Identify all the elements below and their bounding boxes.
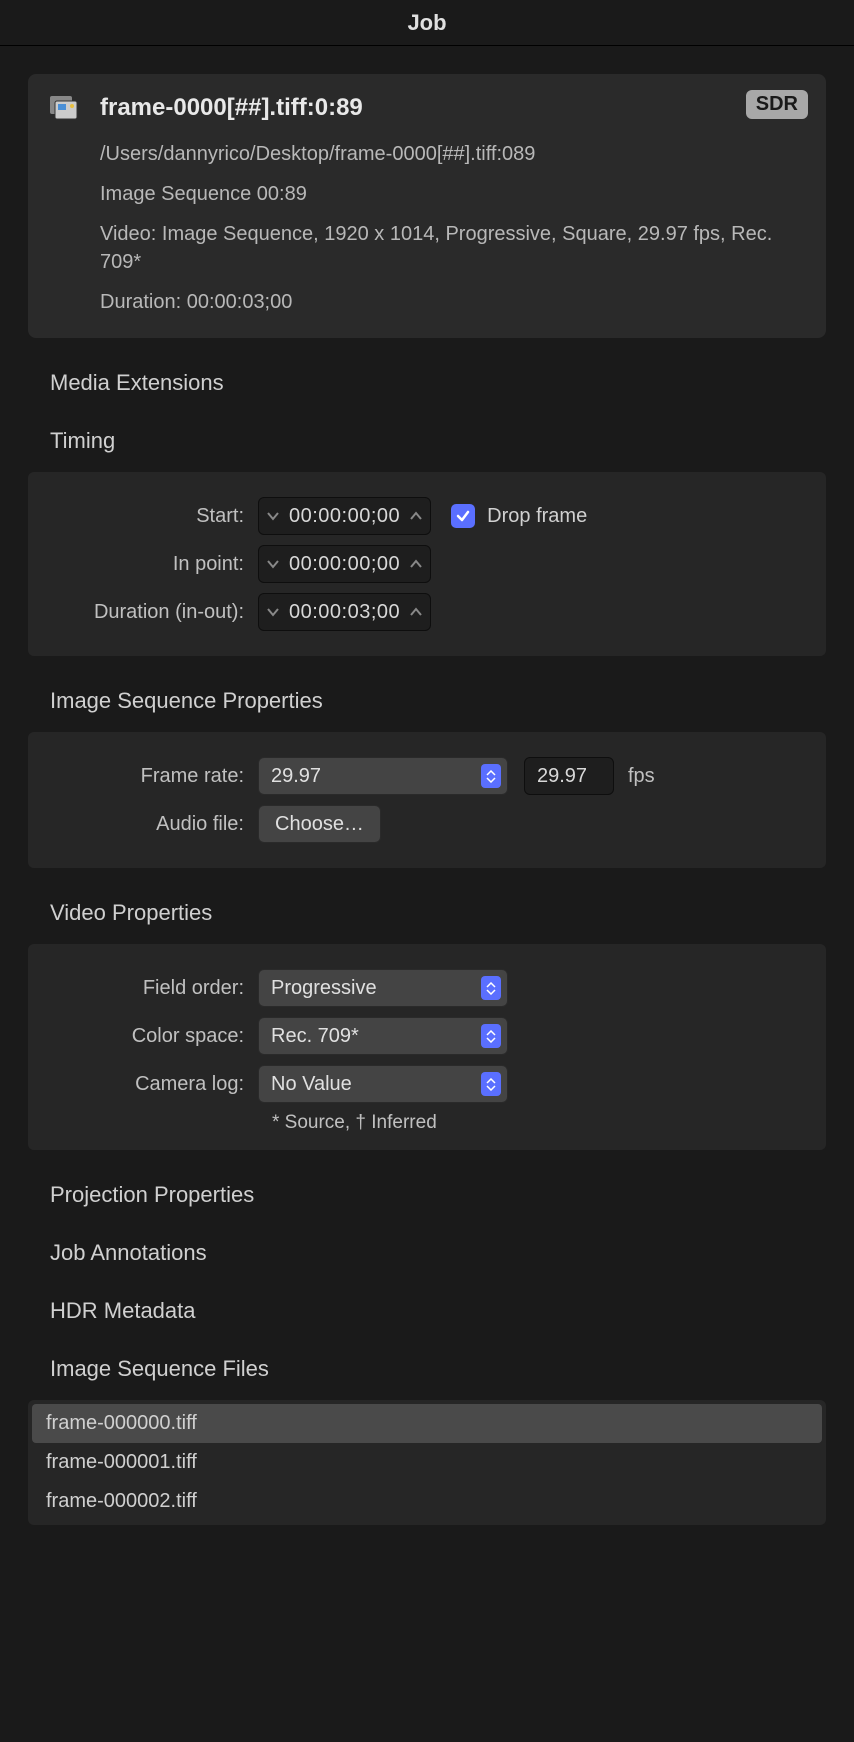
chevron-down-icon[interactable] <box>267 511 279 521</box>
select-arrows-icon <box>481 1072 501 1096</box>
inpoint-timecode-field[interactable]: 00:00:00;00 <box>258 545 431 583</box>
job-path: /Users/dannyrico/Desktop/frame-0000[##].… <box>100 140 804 168</box>
drop-frame-label: Drop frame <box>487 505 587 528</box>
list-item[interactable]: frame-000001.tiff <box>32 1443 822 1482</box>
cameralog-select[interactable]: No Value <box>258 1065 508 1103</box>
select-arrows-icon <box>481 976 501 1000</box>
chevron-up-icon[interactable] <box>410 607 422 617</box>
duration-label: Duration (in-out): <box>48 601 258 624</box>
drop-frame-checkbox[interactable] <box>451 504 475 528</box>
chevron-down-icon[interactable] <box>267 607 279 617</box>
section-video-properties[interactable]: Video Properties <box>50 900 826 926</box>
section-projection-properties[interactable]: Projection Properties <box>50 1182 826 1208</box>
vp-footnote: * Source, † Inferred <box>272 1112 806 1134</box>
fieldorder-select[interactable]: Progressive <box>258 969 508 1007</box>
colorspace-select[interactable]: Rec. 709* <box>258 1017 508 1055</box>
cameralog-label: Camera log: <box>48 1073 258 1096</box>
audiofile-label: Audio file: <box>48 813 258 836</box>
job-sequence: Image Sequence 00:89 <box>100 180 804 208</box>
vp-panel: Field order: Progressive Color space: Re… <box>28 944 826 1150</box>
image-sequence-icon <box>50 96 80 127</box>
job-info-card: frame-0000[##].tiff:0:89 /Users/dannyric… <box>28 74 826 338</box>
select-arrows-icon <box>481 1024 501 1048</box>
choose-audio-button[interactable]: Choose… <box>258 805 381 843</box>
duration-value[interactable]: 00:00:03;00 <box>285 601 404 624</box>
start-timecode-field[interactable]: 00:00:00;00 <box>258 497 431 535</box>
inpoint-label: In point: <box>48 553 258 576</box>
chevron-up-icon[interactable] <box>410 559 422 569</box>
job-video-info: Video: Image Sequence, 1920 x 1014, Prog… <box>100 220 804 276</box>
chevron-down-icon[interactable] <box>267 559 279 569</box>
job-title: frame-0000[##].tiff:0:89 <box>100 94 804 122</box>
duration-timecode-field[interactable]: 00:00:03;00 <box>258 593 431 631</box>
select-arrows-icon <box>481 764 501 788</box>
list-item[interactable]: frame-000002.tiff <box>32 1482 822 1521</box>
colorspace-label: Color space: <box>48 1025 258 1048</box>
framerate-select[interactable]: 29.97 <box>258 757 508 795</box>
start-label: Start: <box>48 505 258 528</box>
section-timing[interactable]: Timing <box>50 428 826 454</box>
list-item[interactable]: frame-000000.tiff <box>32 1404 822 1443</box>
colorspace-value: Rec. 709* <box>271 1025 359 1048</box>
job-duration: Duration: 00:00:03;00 <box>100 288 804 316</box>
chevron-up-icon[interactable] <box>410 511 422 521</box>
section-media-extensions[interactable]: Media Extensions <box>50 370 826 396</box>
inpoint-value[interactable]: 00:00:00;00 <box>285 553 404 576</box>
image-sequence-file-list: frame-000000.tiff frame-000001.tiff fram… <box>28 1400 826 1525</box>
framerate-number-field[interactable]: 29.97 <box>524 757 614 795</box>
framerate-select-value: 29.97 <box>271 765 321 788</box>
fieldorder-label: Field order: <box>48 977 258 1000</box>
section-hdr-metadata[interactable]: HDR Metadata <box>50 1298 826 1324</box>
fieldorder-value: Progressive <box>271 977 377 1000</box>
sdr-badge: SDR <box>746 90 808 119</box>
start-value[interactable]: 00:00:00;00 <box>285 505 404 528</box>
cameralog-value: No Value <box>271 1073 352 1096</box>
section-image-sequence-properties[interactable]: Image Sequence Properties <box>50 688 826 714</box>
window-title: Job <box>0 0 854 46</box>
framerate-label: Frame rate: <box>48 765 258 788</box>
isp-panel: Frame rate: 29.97 29.97 fps Audio file: … <box>28 732 826 868</box>
section-job-annotations[interactable]: Job Annotations <box>50 1240 826 1266</box>
section-image-sequence-files[interactable]: Image Sequence Files <box>50 1356 826 1382</box>
timing-panel: Start: 00:00:00;00 Drop frame In point: … <box>28 472 826 656</box>
framerate-unit: fps <box>628 765 655 788</box>
